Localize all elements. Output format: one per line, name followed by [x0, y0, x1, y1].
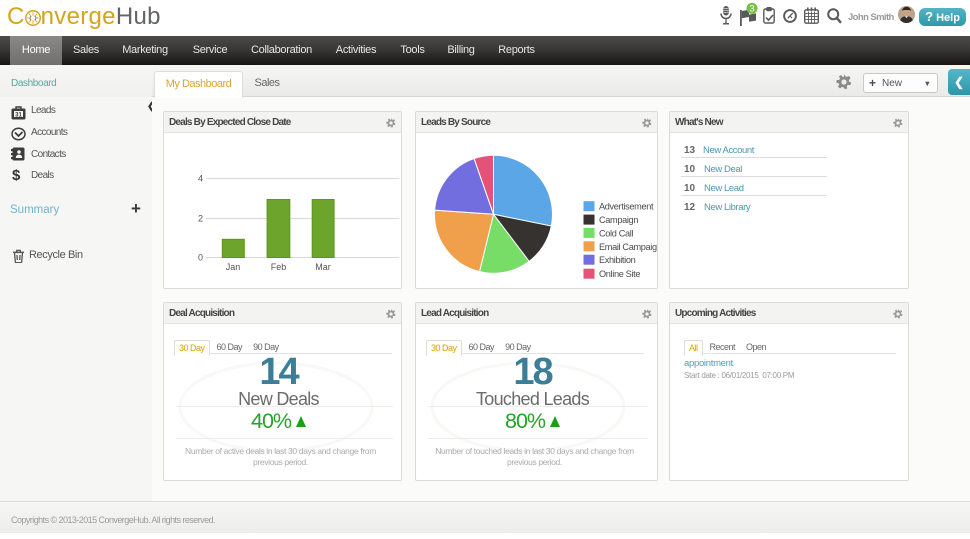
svg-text:Campaign: Campaign	[599, 215, 638, 225]
svg-text:4: 4	[198, 174, 203, 184]
svg-text:Online Site: Online Site	[599, 269, 640, 279]
svg-text:Email Campaig: Email Campaig	[599, 242, 657, 252]
svg-text:2: 2	[198, 214, 203, 224]
svg-text:0: 0	[198, 253, 203, 263]
svg-text:Feb: Feb	[271, 262, 287, 272]
svg-text:Cold Call: Cold Call	[599, 228, 633, 238]
svg-text:Jan: Jan	[226, 262, 241, 272]
svg-text:Mar: Mar	[315, 262, 331, 272]
svg-text:Advertisement: Advertisement	[599, 202, 654, 212]
svg-text:31: 31	[15, 112, 22, 118]
svg-text:3: 3	[749, 4, 754, 15]
svg-text:Exhibition: Exhibition	[599, 255, 636, 265]
